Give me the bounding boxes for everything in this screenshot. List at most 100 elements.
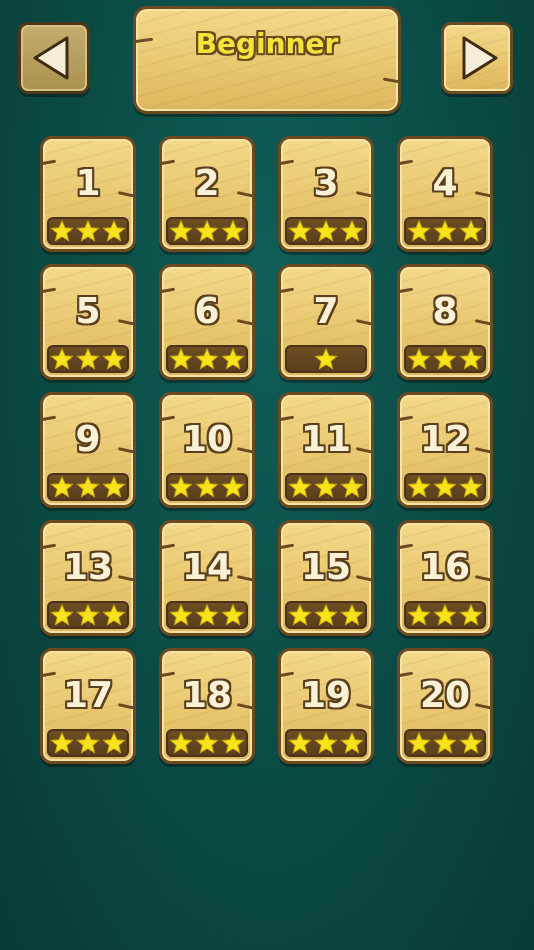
level-tile[interactable]: 19 <box>277 648 375 764</box>
star-icon <box>102 731 126 754</box>
level-number: 2 <box>194 163 220 204</box>
star-icon <box>407 219 431 242</box>
level-number: 9 <box>75 419 101 460</box>
level-number: 19 <box>300 675 352 716</box>
star-icon <box>76 347 100 370</box>
star-icon <box>340 219 364 242</box>
star-icon <box>288 731 312 754</box>
level-number: 14 <box>181 547 233 588</box>
star-icon <box>314 603 338 626</box>
star-icon <box>459 731 483 754</box>
level-tile[interactable]: 18 <box>158 648 256 764</box>
level-tile[interactable]: 1 <box>39 136 137 252</box>
star-icon <box>50 347 74 370</box>
star-icon <box>459 603 483 626</box>
star-icon <box>169 603 193 626</box>
star-rating <box>166 345 248 373</box>
level-tile[interactable]: 20 <box>396 648 494 764</box>
level-number: 4 <box>432 163 458 204</box>
star-rating <box>285 729 367 757</box>
star-icon <box>221 731 245 754</box>
level-tile[interactable]: 9 <box>39 392 137 508</box>
level-tile[interactable]: 12 <box>396 392 494 508</box>
level-number: 11 <box>300 419 352 460</box>
prev-world-button[interactable] <box>18 22 90 94</box>
star-icon <box>459 347 483 370</box>
next-world-button[interactable] <box>441 22 513 94</box>
star-icon <box>195 475 219 498</box>
star-icon <box>407 347 431 370</box>
level-tile[interactable]: 16 <box>396 520 494 636</box>
star-rating <box>47 345 129 373</box>
star-icon <box>221 475 245 498</box>
star-icon <box>169 219 193 242</box>
level-number: 13 <box>62 547 114 588</box>
star-icon <box>76 731 100 754</box>
star-icon <box>169 347 193 370</box>
star-icon <box>288 475 312 498</box>
star-icon <box>433 603 457 626</box>
star-icon <box>102 219 126 242</box>
star-icon <box>433 731 457 754</box>
star-rating <box>285 473 367 501</box>
level-tile[interactable]: 7 <box>277 264 375 380</box>
star-icon <box>314 347 338 370</box>
star-icon <box>288 603 312 626</box>
star-rating <box>166 729 248 757</box>
star-icon <box>195 731 219 754</box>
level-number: 5 <box>75 291 101 332</box>
star-rating <box>47 217 129 245</box>
star-icon <box>76 475 100 498</box>
level-tile[interactable]: 3 <box>277 136 375 252</box>
star-icon <box>433 347 457 370</box>
star-rating <box>404 601 486 629</box>
triangle-right-icon <box>462 36 498 80</box>
star-rating <box>404 473 486 501</box>
star-icon <box>314 475 338 498</box>
star-icon <box>76 603 100 626</box>
star-rating <box>47 729 129 757</box>
star-rating <box>404 729 486 757</box>
level-tile[interactable]: 4 <box>396 136 494 252</box>
star-icon <box>340 731 364 754</box>
level-number: 15 <box>300 547 352 588</box>
star-icon <box>288 219 312 242</box>
level-tile[interactable]: 6 <box>158 264 256 380</box>
star-icon <box>407 475 431 498</box>
star-icon <box>221 347 245 370</box>
star-rating <box>47 601 129 629</box>
level-tile[interactable]: 5 <box>39 264 137 380</box>
star-icon <box>102 475 126 498</box>
level-tile[interactable]: 10 <box>158 392 256 508</box>
star-icon <box>102 603 126 626</box>
star-icon <box>433 219 457 242</box>
level-tile[interactable]: 17 <box>39 648 137 764</box>
star-icon <box>169 475 193 498</box>
star-icon <box>50 603 74 626</box>
star-rating <box>166 601 248 629</box>
level-tile[interactable]: 14 <box>158 520 256 636</box>
star-rating <box>404 217 486 245</box>
level-number: 10 <box>181 419 233 460</box>
level-number: 8 <box>432 291 458 332</box>
level-number: 12 <box>419 419 471 460</box>
star-icon <box>340 603 364 626</box>
star-icon <box>76 219 100 242</box>
level-tile[interactable]: 2 <box>158 136 256 252</box>
star-icon <box>314 731 338 754</box>
star-icon <box>102 347 126 370</box>
level-number: 17 <box>62 675 114 716</box>
star-icon <box>407 603 431 626</box>
level-tile[interactable]: 15 <box>277 520 375 636</box>
level-number: 16 <box>419 547 471 588</box>
star-icon <box>340 475 364 498</box>
level-tile[interactable]: 13 <box>39 520 137 636</box>
star-icon <box>169 731 193 754</box>
star-icon <box>433 475 457 498</box>
star-icon <box>50 731 74 754</box>
star-icon <box>195 347 219 370</box>
level-tile[interactable]: 11 <box>277 392 375 508</box>
star-icon <box>195 603 219 626</box>
level-number: 1 <box>75 163 101 204</box>
level-tile[interactable]: 8 <box>396 264 494 380</box>
